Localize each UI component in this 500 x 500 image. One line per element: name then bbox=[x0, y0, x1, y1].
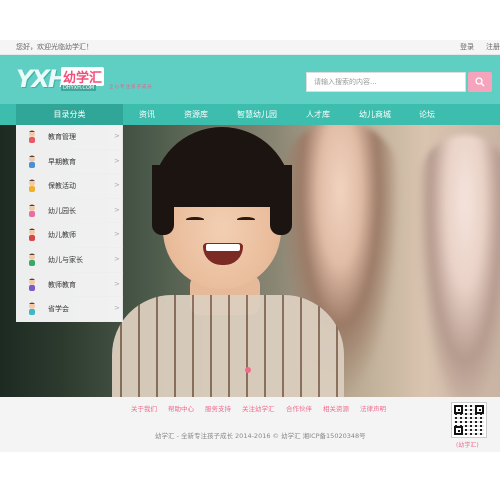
hero-child-eye bbox=[186, 217, 204, 222]
child-icon bbox=[29, 278, 35, 291]
header: YXH 幼学汇 DHYXH.COM 全心专注孩子成长 请输入搜索的内容... bbox=[0, 55, 500, 104]
child-icon bbox=[29, 179, 35, 193]
search-button[interactable] bbox=[468, 72, 492, 92]
footer-link-support[interactable]: 服务支持 bbox=[205, 403, 231, 413]
child-icon bbox=[29, 302, 35, 316]
child-icon bbox=[29, 204, 35, 217]
logo-letters[interactable]: YXH bbox=[16, 65, 68, 95]
menu-item-early-education[interactable]: 早期教育 > bbox=[16, 150, 123, 175]
welcome-text: 您好，欢迎光临幼学汇！ bbox=[16, 43, 93, 51]
chevron-right-icon: > bbox=[114, 156, 120, 165]
menu-item-care-activities[interactable]: 保教活动 > bbox=[16, 174, 123, 199]
footer-link-resources[interactable]: 相关资源 bbox=[323, 403, 349, 413]
carousel-dot[interactable] bbox=[245, 367, 251, 373]
chevron-right-icon: > bbox=[114, 230, 120, 239]
hero-child-sweater bbox=[112, 295, 344, 397]
slogan: 全心专注孩子成长 bbox=[109, 85, 153, 90]
menu-item-label: 早期教育 bbox=[48, 157, 76, 166]
footer-link-partners[interactable]: 合作伙伴 bbox=[286, 403, 312, 413]
footer-link-follow[interactable]: 关注幼学汇 bbox=[242, 403, 275, 413]
logo-domain: DHYXH.COM bbox=[61, 85, 97, 91]
search-icon bbox=[475, 77, 485, 87]
category-tab[interactable]: 目录分类 bbox=[16, 104, 123, 125]
hero-child-hair bbox=[270, 165, 292, 235]
menu-item-label: 保教活动 bbox=[48, 182, 76, 191]
menu-item-teacher-education[interactable]: 教师教育 > bbox=[16, 273, 123, 298]
menu-item-principals[interactable]: 幼儿园长 > bbox=[16, 199, 123, 224]
child-icon bbox=[29, 155, 35, 168]
register-link[interactable]: 注册 bbox=[486, 40, 500, 55]
menu-item-teachers[interactable]: 幼儿教师 > bbox=[16, 223, 123, 248]
menu-item-label: 省学会 bbox=[48, 305, 69, 314]
footer-link-help[interactable]: 帮助中心 bbox=[168, 403, 194, 413]
main-nav: 目录分类 资讯 资源库 智慧幼儿园 人才库 幼儿商城 论坛 bbox=[0, 104, 500, 125]
qr-finder bbox=[454, 405, 463, 414]
top-bar: 您好，欢迎光临幼学汇！ 登录 注册 bbox=[0, 40, 500, 55]
footer-links: 关于我们 帮助中心 服务支持 关注幼学汇 合作伙伴 相关资源 法律声明 bbox=[0, 403, 500, 413]
category-menu: 教育管理 > 早期教育 > 保教活动 > 幼儿园长 > 幼儿教师 > 幼儿与家长… bbox=[16, 125, 123, 322]
chevron-right-icon: > bbox=[114, 132, 120, 140]
nav-item-resources[interactable]: 资源库 bbox=[184, 104, 208, 125]
chevron-right-icon: > bbox=[114, 255, 120, 263]
nav-item-news[interactable]: 资讯 bbox=[139, 104, 155, 125]
footer-link-legal[interactable]: 法律声明 bbox=[360, 403, 386, 413]
child-icon bbox=[29, 228, 35, 242]
nav-item-mall[interactable]: 幼儿商城 bbox=[359, 104, 391, 125]
child-icon bbox=[29, 253, 35, 266]
menu-item-education-management[interactable]: 教育管理 > bbox=[16, 125, 123, 150]
chevron-right-icon: > bbox=[114, 304, 120, 313]
qr-label: (幼学汇) bbox=[456, 442, 479, 449]
copyright-text: 幼学汇 - 全新专注孩子成长 2014-2016 © 幼学汇 湘ICP备1502… bbox=[155, 432, 366, 440]
hero-child-eye bbox=[237, 217, 255, 222]
menu-item-label: 幼儿园长 bbox=[48, 206, 76, 215]
chevron-right-icon: > bbox=[114, 205, 120, 214]
menu-item-label: 幼儿教师 bbox=[48, 231, 76, 240]
menu-item-label: 幼儿与家长 bbox=[48, 256, 83, 264]
search-input[interactable]: 请输入搜索的内容... bbox=[306, 72, 466, 92]
footer-link-about[interactable]: 关于我们 bbox=[131, 403, 157, 413]
menu-item-children-parents[interactable]: 幼儿与家长 > bbox=[16, 248, 123, 273]
page: 您好，欢迎光临幼学汇！ 登录 注册 YXH 幼学汇 DHYXH.COM 全心专注… bbox=[0, 0, 500, 500]
logo-name[interactable]: 幼学汇 bbox=[61, 67, 105, 86]
hero-child-teeth bbox=[206, 244, 240, 251]
login-link[interactable]: 登录 bbox=[460, 40, 474, 55]
nav-item-forum[interactable]: 论坛 bbox=[419, 104, 435, 125]
nav-item-smart-kindergarten[interactable]: 智慧幼儿园 bbox=[237, 104, 277, 125]
hero-child-hair bbox=[152, 165, 174, 235]
menu-item-label: 教育管理 bbox=[48, 133, 76, 141]
chevron-right-icon: > bbox=[114, 279, 120, 288]
child-icon bbox=[29, 130, 35, 143]
qr-finder bbox=[475, 405, 484, 414]
menu-item-label: 教师教育 bbox=[48, 280, 76, 289]
qr-finder bbox=[454, 426, 463, 435]
chevron-right-icon: > bbox=[114, 181, 120, 190]
menu-item-provincial-society[interactable]: 省学会 > bbox=[16, 297, 123, 322]
background-child bbox=[420, 135, 500, 397]
nav-item-talent[interactable]: 人才库 bbox=[306, 104, 330, 125]
